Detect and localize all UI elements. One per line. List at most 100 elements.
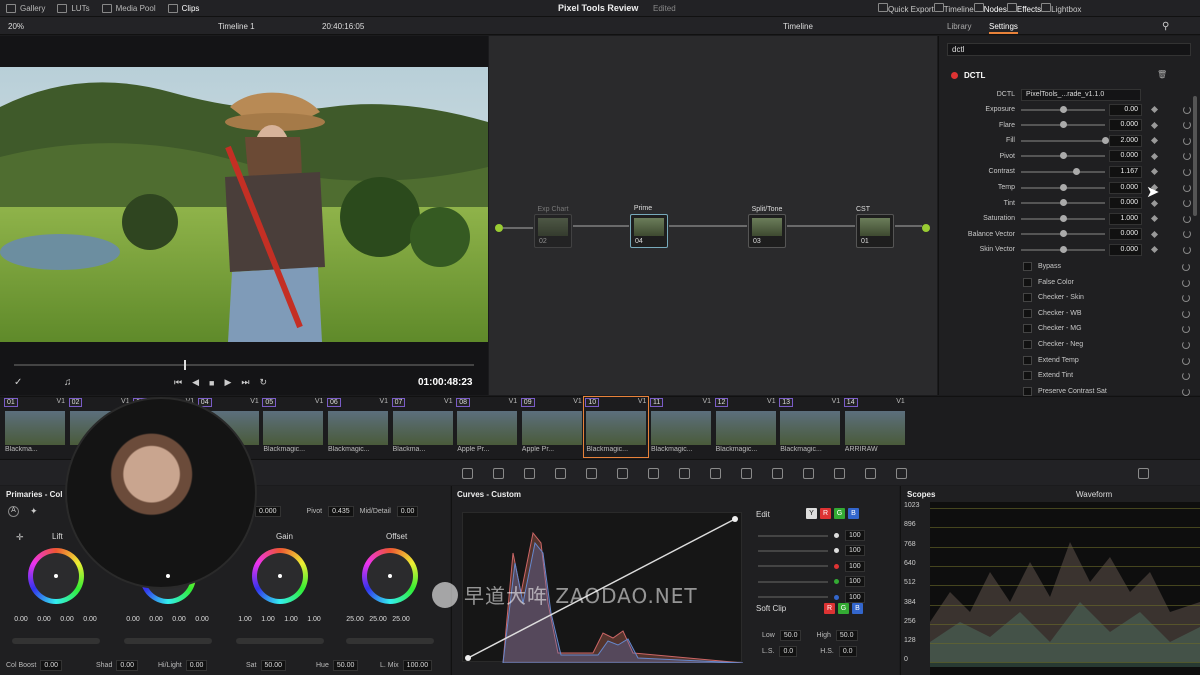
param-value-field[interactable]: 0.000: [1109, 119, 1142, 132]
wheel-value[interactable]: 0.00: [80, 616, 100, 627]
wheel-value[interactable]: 0.00: [123, 616, 143, 627]
node-editor[interactable]: Exp Chart 02 Prime 04 Split/Tone 03 CST …: [489, 36, 937, 395]
checkbox-row[interactable]: Checker - WB: [1023, 306, 1082, 321]
param-slider[interactable]: [1021, 167, 1105, 175]
keyframe-diamond-icon[interactable]: [1150, 121, 1159, 129]
checkbox[interactable]: [1023, 340, 1032, 349]
hs-field[interactable]: 0.0: [838, 646, 857, 657]
key-icon[interactable]: [834, 468, 845, 479]
param-value-field[interactable]: 0.000: [1109, 243, 1142, 256]
clip-thumbnail[interactable]: 07 V1 Blackma...: [391, 397, 455, 457]
param-slider-knob[interactable]: [1060, 245, 1067, 253]
channel-value-field[interactable]: 100: [845, 591, 865, 603]
eyedropper-icon[interactable]: ✓: [14, 377, 22, 388]
reset-icon[interactable]: [1182, 341, 1190, 349]
param-slider-knob[interactable]: [1060, 214, 1067, 222]
crosshair-icon[interactable]: ✛: [16, 532, 24, 543]
media-pool-button[interactable]: Media Pool: [96, 0, 162, 17]
checkbox[interactable]: [1023, 308, 1032, 318]
param-slider-knob[interactable]: [1072, 167, 1080, 175]
tracker-icon[interactable]: [741, 468, 752, 479]
high-field[interactable]: 50.0: [835, 630, 858, 641]
wheel-value[interactable]: 0.00: [146, 616, 166, 627]
channel-r-chip[interactable]: R: [820, 508, 831, 519]
channel-value-field[interactable]: 100: [845, 530, 865, 541]
clip-thumbnail[interactable]: 09 V1 Apple Pr...: [520, 397, 584, 457]
param-slider[interactable]: [1021, 121, 1105, 129]
clip-thumbnail[interactable]: 06 V1 Blackmagic...: [326, 397, 390, 457]
param-slider[interactable]: [1021, 199, 1105, 207]
picker-icon[interactable]: ✦: [30, 506, 38, 517]
qualifier-icon[interactable]: [679, 468, 690, 479]
param-value-field[interactable]: 0.000: [1109, 181, 1142, 194]
sizing-icon[interactable]: [865, 468, 876, 479]
wheel-value[interactable]: 25.00: [345, 616, 365, 627]
wheel-value[interactable]: 1.00: [235, 616, 255, 627]
param-slider-knob[interactable]: [1060, 105, 1067, 113]
bottom-field-value[interactable]: 50.00: [332, 660, 359, 671]
reset-icon[interactable]: [1182, 325, 1190, 334]
pivot-field[interactable]: 0.435: [328, 506, 354, 517]
checkbox-row[interactable]: Extend Tint: [1023, 368, 1073, 383]
wheel-center-dot[interactable]: [278, 574, 282, 578]
stop-icon[interactable]: ■: [209, 378, 214, 388]
node[interactable]: 01: [856, 214, 894, 248]
keyframe-diamond-icon[interactable]: [1150, 230, 1159, 238]
clips-button[interactable]: Clips: [162, 0, 206, 17]
checkbox[interactable]: [1023, 324, 1032, 334]
reset-icon[interactable]: [1183, 183, 1191, 192]
checkbox-row[interactable]: Extend Temp: [1023, 353, 1079, 368]
param-slider[interactable]: [1021, 105, 1105, 113]
jump-start-icon[interactable]: ⏮: [174, 377, 182, 388]
param-slider-knob[interactable]: [1060, 152, 1067, 160]
search-icon[interactable]: ⚲: [1162, 21, 1169, 32]
settings-search-input[interactable]: dctl: [947, 43, 1191, 56]
keyframe-diamond-icon[interactable]: [1150, 152, 1159, 160]
reset-icon[interactable]: [1183, 245, 1191, 254]
reset-icon[interactable]: [1183, 136, 1191, 145]
bottom-field-value[interactable]: 100.00: [402, 660, 433, 671]
lightbox-toggle[interactable]: Lightbox: [1041, 3, 1081, 14]
low-field[interactable]: 50.0: [779, 630, 802, 641]
nodes-toggle[interactable]: Nodes: [973, 3, 1007, 14]
reset-icon[interactable]: [1182, 263, 1190, 271]
channel-b-chip[interactable]: B: [848, 508, 859, 519]
channel-value-field[interactable]: 100: [845, 560, 865, 572]
checkbox-row[interactable]: Checker - Skin: [1023, 290, 1084, 305]
param-value-field[interactable]: 2.000: [1109, 134, 1142, 147]
param-value-field[interactable]: 1.167: [1109, 165, 1142, 178]
3d-icon[interactable]: [896, 468, 907, 479]
keyframe-diamond-icon[interactable]: [1150, 105, 1159, 114]
node[interactable]: 03: [748, 214, 786, 248]
keyframe-diamond-icon[interactable]: [1150, 246, 1159, 254]
playhead[interactable]: [184, 360, 187, 370]
clip-thumbnail[interactable]: 10 V1 Blackmagic...: [583, 396, 650, 458]
checkbox[interactable]: [1023, 355, 1032, 365]
reset-icon[interactable]: [1182, 372, 1190, 381]
keyframe-diamond-icon[interactable]: [1150, 168, 1159, 176]
softclip-b-chip[interactable]: B: [852, 603, 863, 614]
reset-icon[interactable]: [1183, 167, 1191, 176]
curves-icon[interactable]: [617, 468, 628, 479]
bottom-field-value[interactable]: 0.00: [40, 660, 62, 671]
param-slider[interactable]: [1021, 214, 1105, 222]
luts-button[interactable]: LUTs: [51, 0, 95, 17]
wheel-value[interactable]: 25.00: [391, 616, 411, 627]
color-wheel[interactable]: [28, 548, 84, 604]
checkbox-row[interactable]: Checker - Neg: [1023, 337, 1083, 352]
wheel-value[interactable]: [414, 616, 434, 627]
param-value-field[interactable]: 0.000: [1109, 150, 1142, 163]
wheel-value[interactable]: 0.00: [11, 616, 31, 627]
clip-thumbnail[interactable]: 14 V1 ARRIRAW: [843, 397, 907, 457]
reset-icon[interactable]: [1183, 230, 1191, 239]
scope-mode-select[interactable]: Waveform: [1076, 490, 1112, 499]
param-value-field[interactable]: 0.000: [1109, 228, 1142, 241]
channel-value-field[interactable]: 100: [845, 576, 865, 588]
wheel-master-slider[interactable]: [124, 638, 212, 644]
wheel-master-slider[interactable]: [346, 638, 434, 644]
channel-value-field[interactable]: 100: [845, 545, 865, 557]
wheel-value[interactable]: 1.00: [304, 616, 324, 627]
auto-balance-icon[interactable]: A: [8, 506, 19, 517]
blur-icon[interactable]: [803, 468, 814, 479]
wheel-value[interactable]: 1.00: [281, 616, 301, 627]
